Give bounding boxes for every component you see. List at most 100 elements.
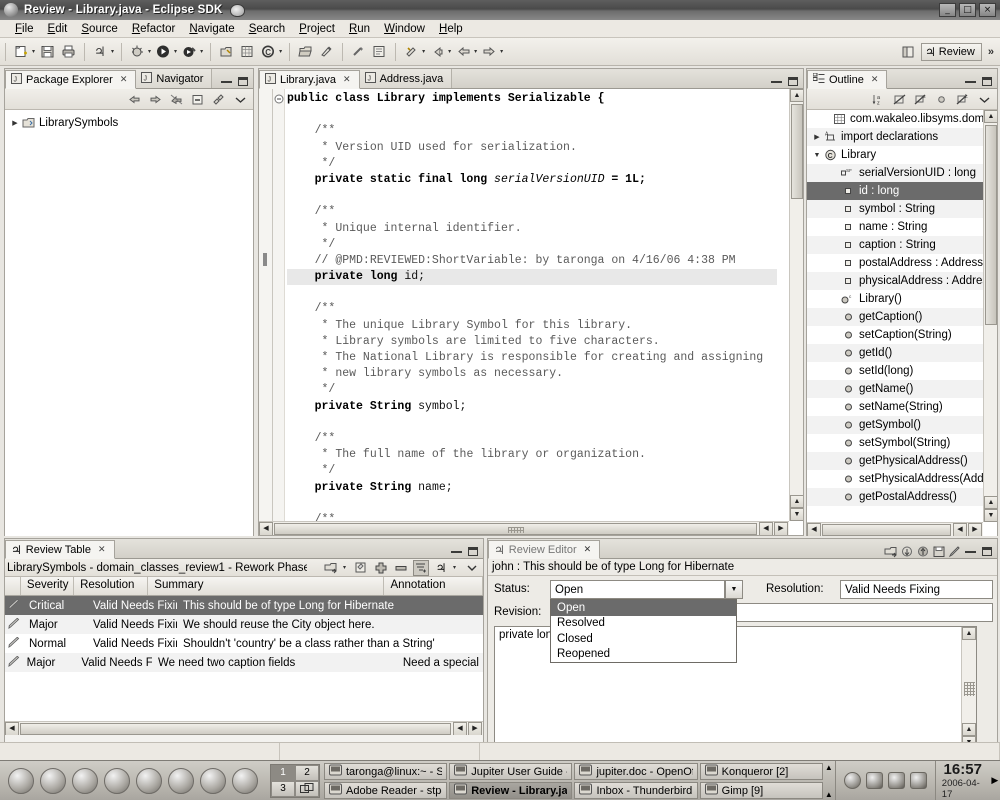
menu-refactor[interactable]: Refactor (125, 22, 182, 36)
home-folder-icon[interactable] (40, 767, 66, 794)
hide-static-icon[interactable]: s (913, 92, 928, 107)
taskbar-button[interactable]: Konqueror [2] (699, 763, 823, 780)
tab-navigator[interactable]: J Navigator (136, 69, 213, 88)
minimize-icon[interactable] (964, 545, 977, 558)
outline-item[interactable]: com.wakaleo.libsyms.domai (807, 110, 983, 128)
kpackage-icon[interactable] (136, 767, 162, 794)
window-minimize-button[interactable]: _ (939, 3, 956, 17)
scroll-up-arrow2-icon[interactable]: ▲ (984, 496, 997, 509)
hscroll-right-arrow-icon[interactable]: ◀ (953, 523, 967, 536)
pager-desktop-2[interactable]: 2 (295, 764, 319, 781)
resolution-input[interactable]: Valid Needs Fixing (840, 580, 993, 599)
fold-toggle-icon[interactable] (274, 94, 284, 107)
column-header-resolution[interactable]: Resolution (74, 577, 149, 595)
outline-item[interactable]: symbol : String (807, 200, 983, 218)
package-explorer-tree[interactable]: ▶ LibrarySymbols (5, 110, 253, 536)
hide-fields-icon[interactable] (892, 92, 907, 107)
taskbar-button[interactable]: taronga@linux:~ - Sh (324, 763, 448, 780)
hscroll-left-arrow-icon[interactable]: ◀ (807, 523, 821, 536)
minimize-icon[interactable] (450, 545, 463, 558)
taskbar-button[interactable]: Jupiter User Guide - M (449, 763, 573, 780)
klipper-icon[interactable] (843, 772, 861, 789)
outline-item[interactable]: getId() (807, 344, 983, 362)
suse-menu-icon[interactable] (8, 767, 34, 794)
outline-item[interactable]: getPhysicalAddress() (807, 452, 983, 470)
code-text[interactable]: public class Library implements Serializ… (287, 89, 777, 535)
outline-item[interactable]: id : long (807, 182, 983, 200)
outline-item[interactable]: SF serialVersionUID : long (807, 164, 983, 182)
menu-help[interactable]: Help (432, 22, 470, 36)
editor-vertical-scrollbar[interactable]: ▲ ▲ ▼ (789, 89, 803, 521)
open-resource-icon[interactable] (296, 42, 315, 61)
edit-icon[interactable] (948, 545, 961, 558)
terminal-icon[interactable] (72, 767, 98, 794)
up-arrow-icon[interactable] (916, 545, 929, 558)
menu-file[interactable]: File (8, 22, 41, 36)
outline-vertical-scrollbar[interactable]: ▲ ▲ ▼ (983, 110, 997, 522)
close-icon[interactable]: ✕ (871, 74, 879, 85)
outline-item[interactable]: caption : String (807, 236, 983, 254)
window-maximize-button[interactable]: □ (959, 3, 976, 17)
table-row[interactable]: Critical Valid Needs Fixin This should be … (5, 596, 483, 615)
hscroll-right-arrow2-icon[interactable]: ▶ (468, 722, 482, 735)
status-option-reopened[interactable]: Reopened (551, 647, 736, 663)
print-icon[interactable] (59, 42, 78, 61)
outline-item[interactable]: setPhysicalAddress(Addr (807, 470, 983, 488)
hscroll-left-arrow-icon[interactable]: ◀ (5, 722, 19, 735)
table-row[interactable]: Major Valid Needs Fixin We should reuse th… (5, 615, 483, 634)
jupiter-icon[interactable]: ♃ (433, 560, 449, 576)
forward-icon[interactable] (480, 42, 499, 61)
status-option-closed[interactable]: Closed (551, 631, 736, 647)
task-scroll-arrows[interactable]: ▲ ▲ (823, 763, 835, 799)
outline-item[interactable]: ▼ C Library (807, 146, 983, 164)
menu-window[interactable]: Window (377, 22, 432, 36)
status-option-resolved[interactable]: Resolved (551, 616, 736, 632)
hide-non-public-icon[interactable] (934, 92, 949, 107)
down-arrow-icon[interactable] (900, 545, 913, 558)
next-annotation-icon[interactable] (349, 42, 368, 61)
menu-source[interactable]: Source (74, 22, 124, 36)
taskbar-clock[interactable]: 16:57 2006-04-17 (934, 761, 990, 800)
search-icon[interactable] (317, 42, 336, 61)
outline-item[interactable]: physicalAddress : Addres (807, 272, 983, 290)
firefox-icon[interactable] (200, 767, 226, 794)
mail-icon[interactable] (232, 767, 258, 794)
link-with-editor-icon[interactable] (211, 92, 226, 107)
review-table-rows[interactable]: Critical Valid Needs Fixin This should be … (5, 596, 483, 735)
edit-review-icon[interactable] (353, 560, 369, 576)
menu-project[interactable]: Project (292, 22, 342, 36)
close-icon[interactable]: ✕ (120, 74, 128, 85)
outline-item[interactable]: getName() (807, 380, 983, 398)
help-icon[interactable] (104, 767, 130, 794)
description-vertical-scrollbar[interactable]: ▲ ▲ ▼ (961, 627, 976, 749)
outline-tree[interactable]: com.wakaleo.libsyms.domai ▶ Aimport declar… (807, 110, 997, 536)
scroll-up-arrow-icon[interactable]: ▲ (962, 627, 976, 640)
status-input[interactable]: Open (550, 580, 725, 599)
status-option-open[interactable]: Open (551, 600, 736, 616)
minimize-icon[interactable] (770, 75, 783, 88)
sort-icon[interactable]: az (871, 92, 886, 107)
update-icon[interactable] (909, 772, 927, 789)
rt-hscroll-thumb[interactable] (20, 723, 451, 735)
scroll-up-arrow-icon[interactable]: ▲ (790, 89, 803, 102)
taskbar-button[interactable]: Gimp [9] (699, 782, 823, 799)
konqueror-icon[interactable] (168, 767, 194, 794)
back-icon[interactable] (127, 92, 142, 107)
back-history-icon[interactable] (428, 42, 447, 61)
maximize-icon[interactable] (466, 545, 479, 558)
forward-icon[interactable] (148, 92, 163, 107)
network-icon[interactable] (887, 772, 905, 789)
open-review-icon[interactable] (323, 560, 339, 576)
editor-marker-gutter[interactable] (259, 89, 273, 535)
table-row[interactable]: Major Valid Needs Fixin We need two captio… (5, 653, 483, 672)
perspective-overflow-icon[interactable]: » (988, 46, 994, 58)
menu-search[interactable]: Search (242, 22, 292, 36)
column-header-icon[interactable] (5, 577, 21, 595)
new-java-package-icon[interactable] (217, 42, 236, 61)
open-perspective-icon[interactable] (899, 44, 917, 60)
description-scroll-grip[interactable] (964, 682, 975, 696)
scroll-down-arrow-icon[interactable]: ▼ (984, 509, 997, 522)
filter-icon[interactable] (412, 559, 429, 576)
outline-item[interactable]: getPostalAddress() (807, 488, 983, 506)
editor-folding-gutter[interactable] (273, 89, 285, 535)
